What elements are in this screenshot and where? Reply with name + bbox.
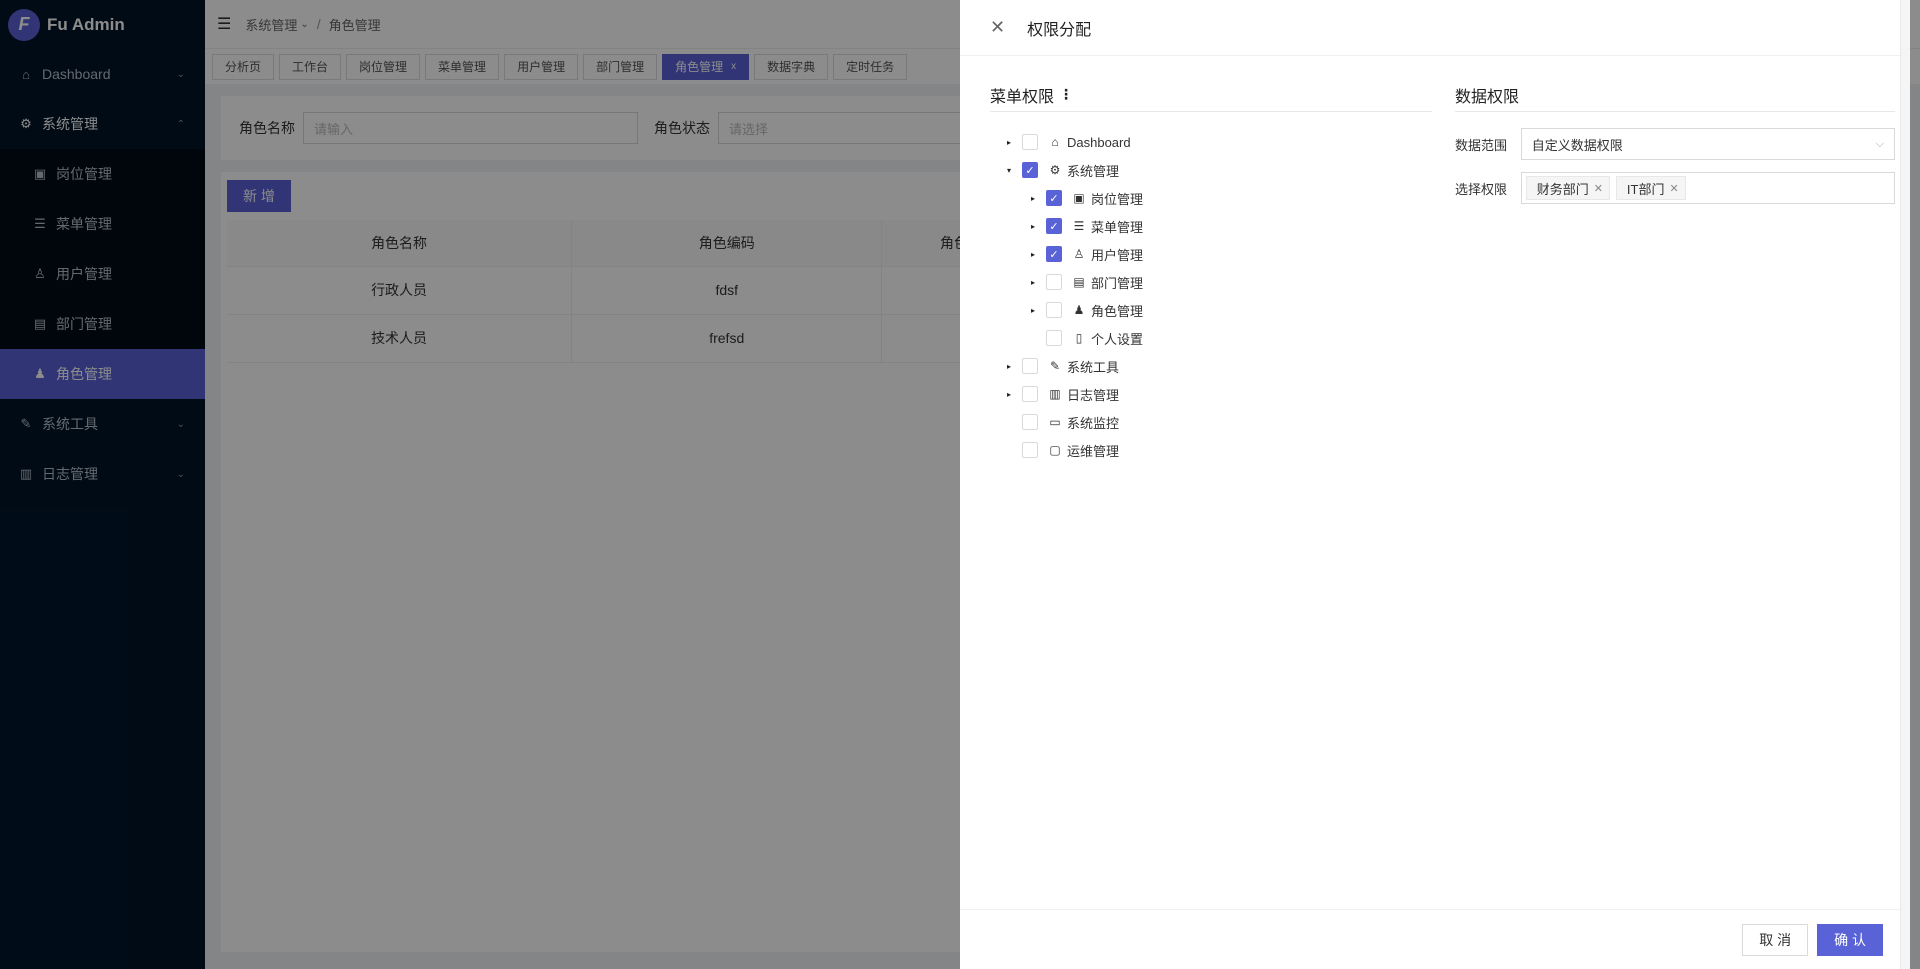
checkbox[interactable]: [1046, 274, 1062, 290]
caret-right-icon[interactable]: ▸: [1028, 222, 1038, 231]
list-icon: ☰: [1073, 219, 1085, 233]
tree-node-menu[interactable]: ▸ ✓ ☰ 菜单管理: [990, 212, 1432, 240]
checkbox[interactable]: [1022, 386, 1038, 402]
tree-node-dashboard[interactable]: ▸ ⌂ Dashboard: [990, 128, 1432, 156]
checkbox-checked[interactable]: ✓: [1046, 190, 1062, 206]
close-icon[interactable]: ✕: [990, 17, 1005, 38]
confirm-button[interactable]: 确 认: [1817, 923, 1883, 956]
data-scope-label: 数据范围: [1455, 137, 1508, 153]
cancel-button[interactable]: 取 消: [1742, 923, 1809, 956]
checkbox[interactable]: [1046, 330, 1062, 346]
caret-down-icon[interactable]: ▾: [1004, 166, 1014, 175]
more-icon[interactable]: ⋮: [1059, 86, 1073, 103]
caret-right-icon[interactable]: ▸: [1028, 306, 1038, 315]
checkbox-checked[interactable]: ✓: [1022, 162, 1038, 178]
selected-tag: 财务部门 ✕: [1525, 176, 1610, 200]
menu-permission-title: 菜单权限: [990, 88, 1055, 106]
caret-right-icon[interactable]: ▸: [1028, 250, 1038, 259]
close-icon[interactable]: ✕: [1594, 182, 1603, 195]
checkbox[interactable]: [1022, 442, 1038, 458]
checkbox[interactable]: [1022, 358, 1038, 374]
tree-node-post[interactable]: ▸ ✓ ▣ 岗位管理: [990, 184, 1432, 212]
drawer-title: 权限分配: [1027, 21, 1092, 39]
checkbox[interactable]: [1022, 414, 1038, 430]
data-permission-panel: 数据权限 数据范围 自定义数据权限 ⌵ 选择权限 财务部门 ✕ IT部门 ✕: [1455, 78, 1895, 204]
home-icon: ⌂: [1051, 135, 1059, 149]
drawer-header: ✕ 权限分配: [960, 0, 1910, 56]
checkbox[interactable]: [1046, 302, 1062, 318]
tree-node-personal[interactable]: ▯ 个人设置: [990, 324, 1432, 352]
terminal-icon: ▢: [1049, 443, 1061, 457]
tree-node-tools[interactable]: ▸ ✎ 系统工具: [990, 352, 1432, 380]
permission-multi-select[interactable]: 财务部门 ✕ IT部门 ✕: [1520, 172, 1895, 204]
tree-node-ops[interactable]: ▢ 运维管理: [990, 436, 1432, 464]
caret-right-icon[interactable]: ▸: [1028, 278, 1038, 287]
checkbox[interactable]: [1022, 134, 1038, 150]
close-icon[interactable]: ✕: [1669, 182, 1678, 195]
chevron-down-icon: ⌵: [1875, 137, 1884, 150]
tree-node-logs[interactable]: ▸ ▥ 日志管理: [990, 380, 1432, 408]
role-icon: ♟: [1073, 303, 1085, 317]
monitor-icon: ▭: [1049, 415, 1061, 429]
post-icon: ▣: [1073, 191, 1085, 205]
gear-icon: ⚙: [1049, 163, 1061, 177]
dept-icon: ▤: [1073, 275, 1085, 289]
wrench-icon: ✎: [1049, 359, 1061, 373]
tree-node-dept[interactable]: ▸ ▤ 部门管理: [990, 268, 1432, 296]
drawer-footer: 取 消 确 认: [960, 909, 1910, 969]
caret-right-icon[interactable]: ▸: [1028, 194, 1038, 203]
caret-right-icon[interactable]: ▸: [1004, 390, 1014, 399]
caret-right-icon[interactable]: ▸: [1004, 138, 1014, 147]
selected-tag: IT部门 ✕: [1615, 176, 1686, 200]
menu-permission-panel: 菜单权限 ⋮ ▸ ⌂ Dashboard ▾ ✓ ⚙ 系统管理 ▸ ✓ ▣ 岗位…: [990, 78, 1432, 464]
checkbox-checked[interactable]: ✓: [1046, 218, 1062, 234]
caret-right-icon[interactable]: ▸: [1004, 362, 1014, 371]
data-permission-title: 数据权限: [1455, 78, 1895, 112]
tree-node-user[interactable]: ▸ ✓ ♙ 用户管理: [990, 240, 1432, 268]
tree-node-system[interactable]: ▾ ✓ ⚙ 系统管理: [990, 156, 1432, 184]
scrollbar[interactable]: [1900, 0, 1910, 969]
tree-node-role[interactable]: ▸ ♟ 角色管理: [990, 296, 1432, 324]
select-permission-label: 选择权限: [1455, 181, 1508, 197]
permission-tree: ▸ ⌂ Dashboard ▾ ✓ ⚙ 系统管理 ▸ ✓ ▣ 岗位管理 ▸ ✓ …: [990, 128, 1432, 464]
tree-node-monitor[interactable]: ▭ 系统监控: [990, 408, 1432, 436]
doc-icon: ▯: [1075, 331, 1083, 345]
data-scope-select[interactable]: 自定义数据权限 ⌵: [1520, 128, 1895, 160]
user-icon: ♙: [1073, 247, 1085, 261]
log-icon: ▥: [1049, 387, 1061, 401]
checkbox-checked[interactable]: ✓: [1046, 246, 1062, 262]
permission-drawer: ✕ 权限分配 菜单权限 ⋮ ▸ ⌂ Dashboard ▾ ✓ ⚙ 系统管理 ▸…: [960, 0, 1910, 969]
